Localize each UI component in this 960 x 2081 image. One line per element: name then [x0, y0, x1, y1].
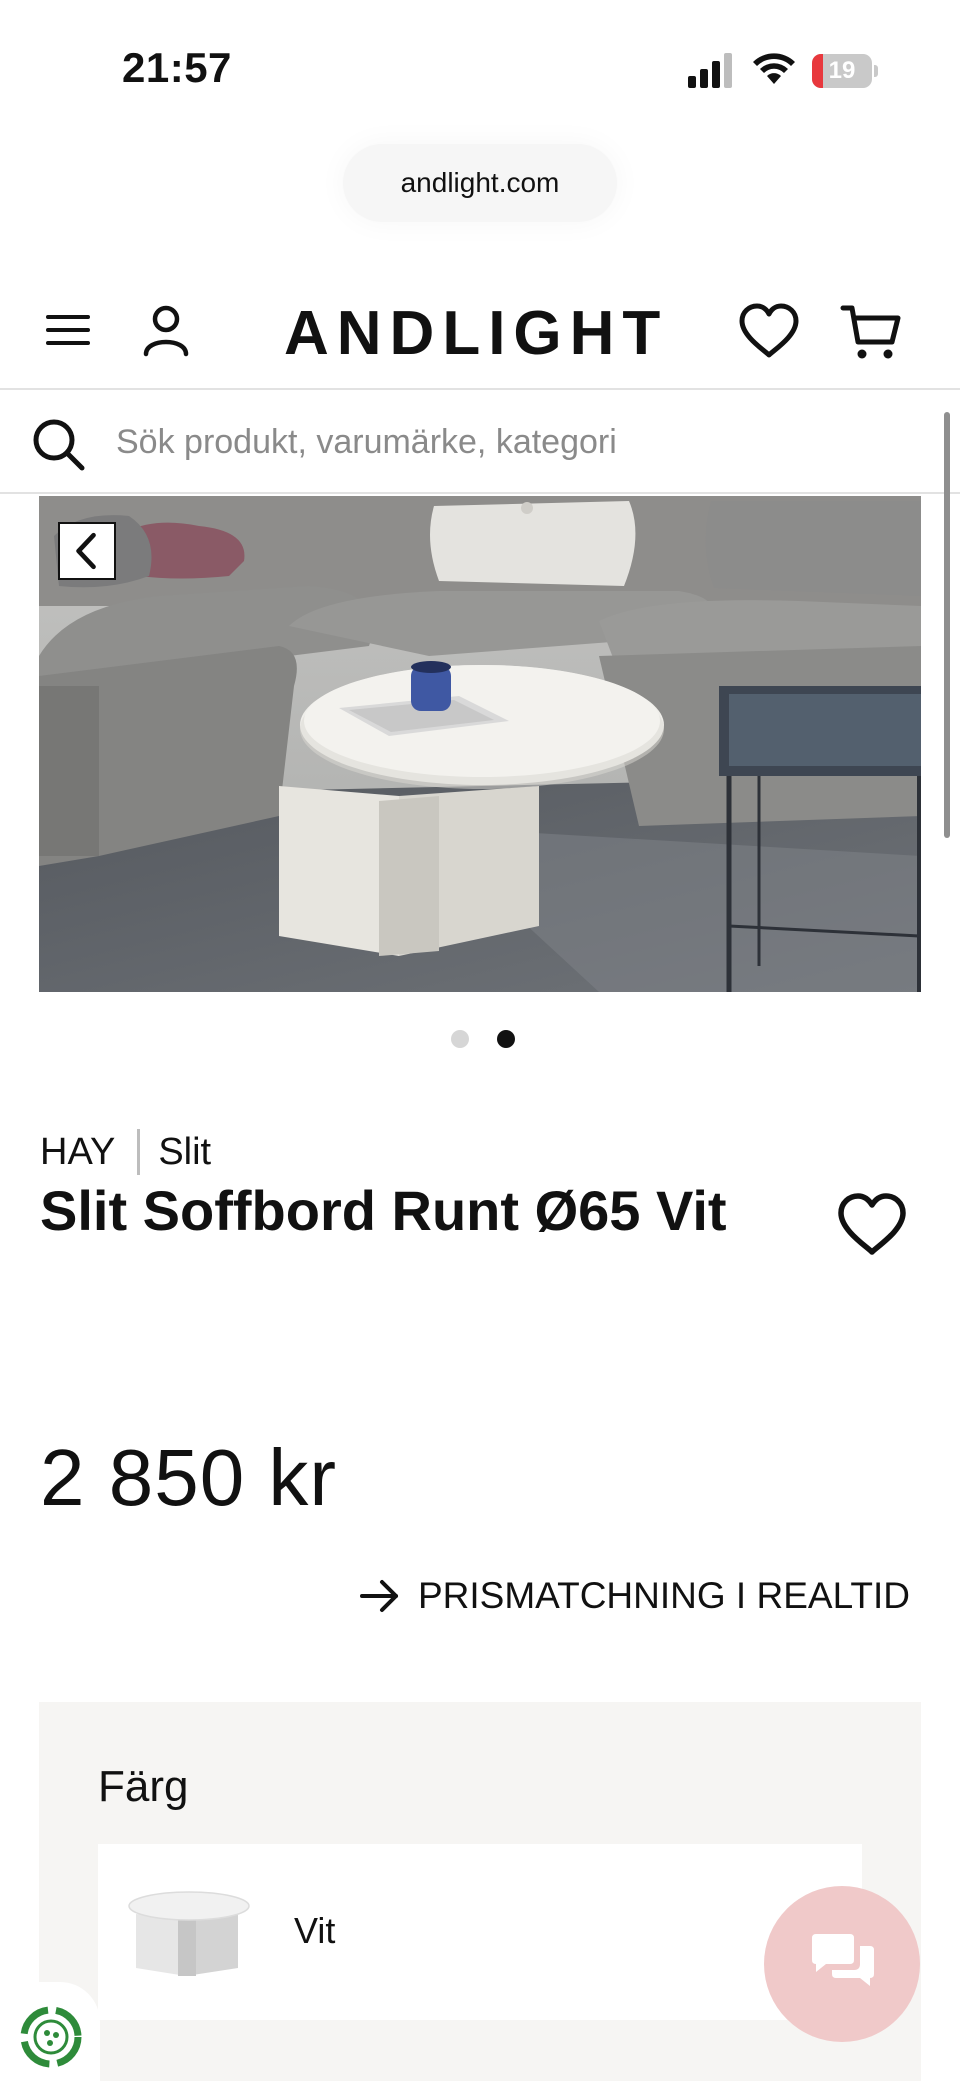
chat-bubbles-icon: [812, 1934, 874, 1986]
status-bar: 21:57 19: [0, 0, 960, 130]
eco-badge[interactable]: [0, 1982, 100, 2081]
address-bar[interactable]: andlight.com: [343, 144, 617, 222]
variant-heading: Färg: [98, 1762, 189, 1811]
page-scrollbar[interactable]: [944, 412, 950, 838]
search-input[interactable]: [116, 412, 916, 472]
site-header: ANDLIGHT: [0, 276, 960, 390]
product-image[interactable]: [39, 496, 921, 992]
wifi-icon: [753, 53, 795, 84]
variant-option[interactable]: Vit: [98, 1844, 862, 2020]
variant-thumbnail: [128, 1891, 250, 1976]
recycle-leaf-icon: [20, 2006, 82, 2068]
arrow-right-icon: [360, 1580, 398, 1612]
gallery-dot[interactable]: [451, 1030, 469, 1048]
search-icon[interactable]: [30, 416, 86, 472]
gallery-prev-button[interactable]: [58, 522, 116, 580]
collection-link[interactable]: Slit: [158, 1131, 211, 1174]
chat-button[interactable]: [764, 1886, 920, 2042]
search-bar: [0, 392, 960, 494]
product-price: 2 850 kr: [40, 1433, 338, 1522]
status-time: 21:57: [122, 44, 232, 91]
brand-link[interactable]: HAY: [40, 1131, 115, 1174]
brand-separator: [137, 1129, 141, 1175]
cart-icon[interactable]: [840, 302, 902, 362]
gallery-pagination: [0, 1030, 960, 1050]
product-wishlist-icon[interactable]: [836, 1192, 908, 1258]
product-title: Slit Soffbord Runt Ø65 Vit: [40, 1179, 727, 1242]
site-logo[interactable]: ANDLIGHT: [284, 298, 668, 369]
price-match-label: PRISMATCHNING I REALTID: [418, 1575, 911, 1616]
gallery-dot[interactable]: [497, 1030, 515, 1048]
brand-row: HAY Slit: [40, 1128, 211, 1176]
menu-icon[interactable]: [40, 302, 96, 358]
battery-level: 19: [828, 57, 856, 84]
wishlist-icon[interactable]: [738, 302, 800, 360]
battery-icon: 19: [812, 54, 878, 88]
cellular-signal-icon: [688, 53, 732, 88]
account-icon[interactable]: [138, 302, 194, 358]
variant-name: Vit: [294, 1910, 336, 1951]
price-match-link[interactable]: PRISMATCHNING I REALTID: [358, 1568, 910, 1624]
